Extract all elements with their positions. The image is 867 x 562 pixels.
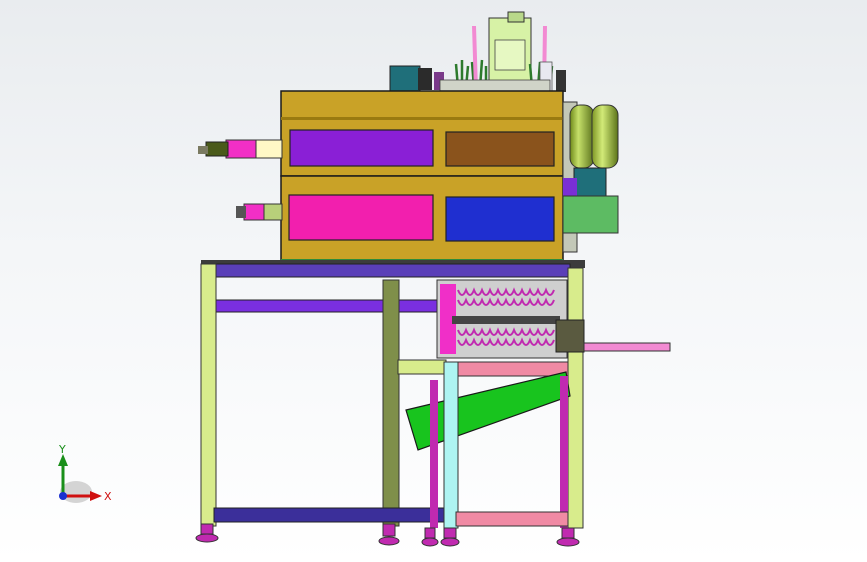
upper-housing [280,90,564,265]
panel-blue [445,196,555,242]
triad-x-label: X [104,490,112,503]
axis-triad: Y X [58,443,112,503]
top-drive-motor [389,65,421,93]
top-mechanism [389,11,566,95]
pink-shaft [583,342,671,352]
lower-chute-frame [405,361,571,529]
coil-unit [436,279,671,359]
cad-viewport[interactable]: Y X [0,0,867,562]
green-cylinder-right [591,104,619,169]
right-motor-assembly [562,101,619,253]
frame-inner-leg [382,279,400,527]
pink-bottom-bar [455,511,569,527]
triad-y-label: Y [58,443,66,456]
cyan-leg [443,361,459,529]
pink-top-bar [445,361,569,377]
triad-shadow-disc [60,481,92,503]
frame-top-beam [213,263,571,278]
green-box [562,195,619,234]
frame-bottom-beam [213,507,445,523]
panel-magenta [288,194,434,241]
left-cylinders [198,139,283,221]
panel-purple [289,129,434,167]
green-cylinder-left [569,104,595,169]
triad-z-axis [59,492,67,500]
frame-mid-beam [213,299,441,313]
leveling-feet [195,523,580,547]
frame-left-leg [200,263,217,527]
panel-brown [445,131,555,167]
top-slide-cap [507,11,525,23]
